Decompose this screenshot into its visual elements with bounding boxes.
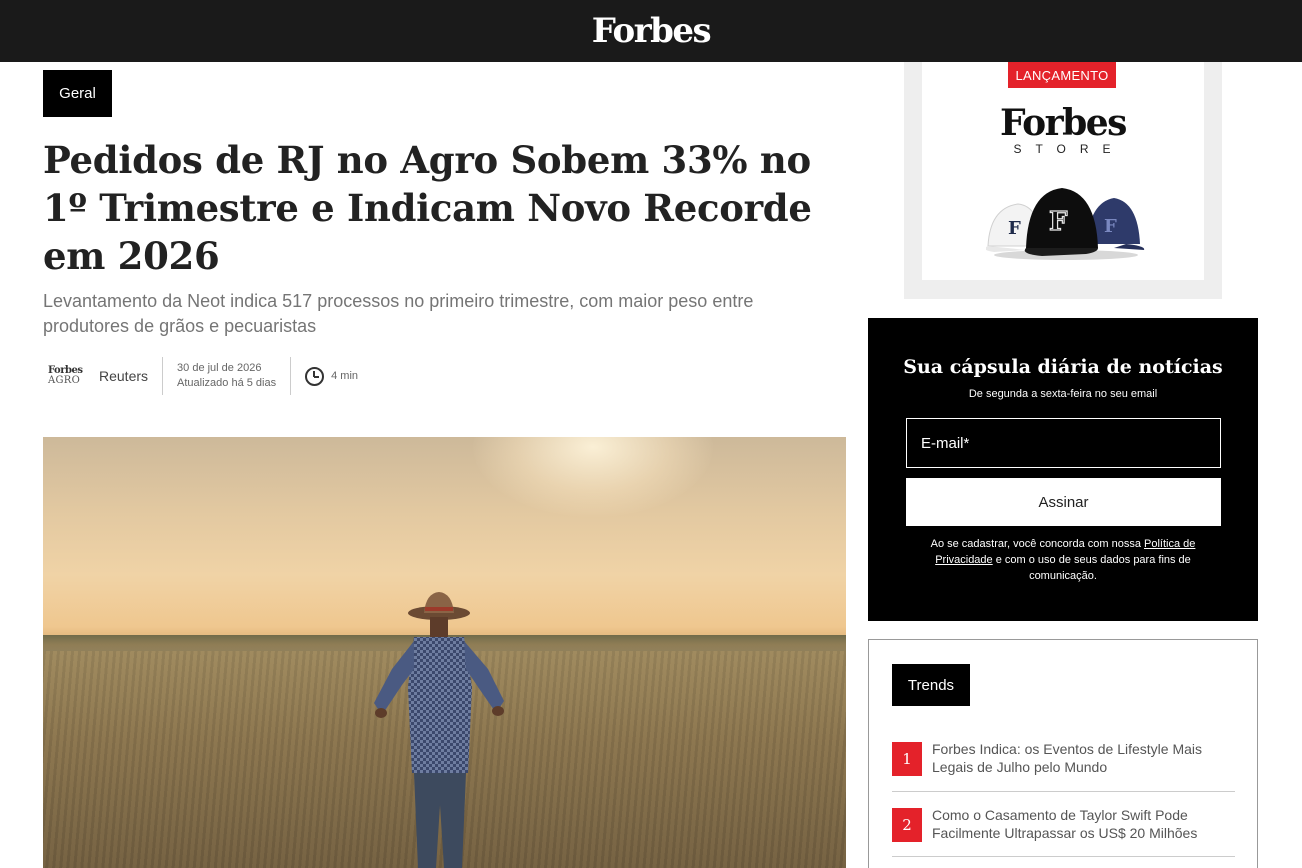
- subscribe-button[interactable]: Assinar: [906, 478, 1221, 526]
- legal-text-end: e com o uso de seus dados para fins de c…: [992, 554, 1191, 582]
- publish-date: 30 de jul de 2026: [177, 362, 262, 374]
- newsletter-title: Sua cápsula diária de notícias: [903, 356, 1223, 378]
- newsletter-subtitle: De segunda a sexta-feira no seu email: [968, 388, 1158, 400]
- svg-text:F: F: [1104, 216, 1117, 237]
- svg-text:F: F: [1049, 207, 1068, 237]
- updated-date: Atualizado há 5 dias: [177, 377, 277, 389]
- article-meta: Forbes AGRO Reuters 30 de jul de 2026 At…: [48, 356, 358, 396]
- meta-divider: [290, 357, 292, 395]
- trend-divider: [892, 791, 1235, 792]
- email-input[interactable]: E-mail*: [906, 418, 1221, 468]
- article-subtitle: Levantamento da Neot indica 517 processo…: [43, 291, 754, 336]
- trend-item[interactable]: 2 Como o Casamento de Taylor Swift Pode …: [892, 806, 1235, 842]
- article-title: Pedidos de RJ no Agro Sobem 33% no 1º Tr…: [43, 138, 812, 278]
- site-header: Forbes: [0, 0, 1302, 62]
- ad-brand: Forbes: [1000, 102, 1127, 144]
- meta-divider: [162, 357, 164, 395]
- ad-store-label: STORE: [1013, 142, 1125, 156]
- trends-box: Trends 1 Forbes Indica: os Eventos de Li…: [868, 639, 1258, 868]
- category-tag[interactable]: Geral: [43, 70, 112, 117]
- svg-text:F: F: [1008, 218, 1021, 239]
- legal-text: Ao se cadastrar, você concorda com nossa: [930, 538, 1144, 550]
- trend-divider: [892, 856, 1235, 857]
- caps-image: F F F: [986, 188, 1145, 260]
- clock-icon: [305, 366, 325, 386]
- newsletter-box: Sua cápsula diária de notícias De segund…: [868, 318, 1258, 621]
- farmer-figure: [374, 592, 504, 868]
- forbes-agro-logo: Forbes AGRO: [48, 366, 84, 386]
- ad-badge: LANÇAMENTO: [1008, 62, 1116, 88]
- trend-title[interactable]: Forbes Indica: os Eventos de Lifestyle M…: [932, 740, 1235, 776]
- publish-dates: 30 de jul de 2026 Atualizado há 5 dias: [177, 361, 276, 391]
- trend-item[interactable]: 1 Forbes Indica: os Eventos de Lifestyle…: [892, 740, 1235, 776]
- source-logo-line2: AGRO: [48, 375, 81, 386]
- hero-image: [43, 437, 846, 868]
- trend-number: 2: [892, 808, 922, 842]
- trends-label: Trends: [892, 664, 970, 706]
- newsletter-legal: Ao se cadastrar, você concorda com nossa…: [908, 536, 1218, 584]
- read-time: 4 min: [331, 370, 359, 382]
- sun-glow: [473, 437, 713, 517]
- trend-number: 1: [892, 742, 922, 776]
- forbes-logo[interactable]: Forbes: [592, 11, 712, 51]
- forbes-store-ad[interactable]: LANÇAMENTO Forbes STORE F F F: [904, 62, 1222, 299]
- author-name[interactable]: Reuters: [99, 368, 148, 384]
- trend-title[interactable]: Como o Casamento de Taylor Swift Pode Fa…: [932, 806, 1235, 842]
